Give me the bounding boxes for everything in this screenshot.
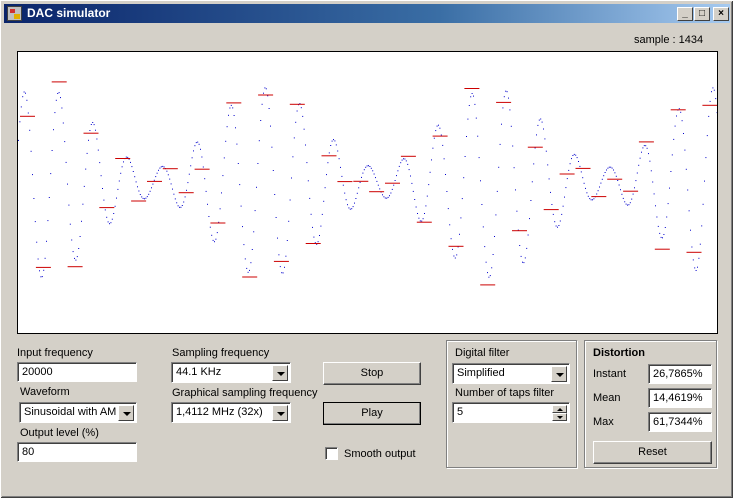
waveform-canvas xyxy=(18,81,718,286)
graphical-sampling-frequency-label: Graphical sampling frequency xyxy=(172,387,318,399)
sampling-frequency-value: 44.1 KHz xyxy=(176,366,222,378)
play-button[interactable]: Play xyxy=(323,402,421,425)
mean-value-field: 14,4619% xyxy=(648,388,712,408)
spin-down-icon[interactable] xyxy=(552,413,567,421)
digital-filter-select[interactable]: Simplified xyxy=(452,363,570,384)
digital-filter-value: Simplified xyxy=(457,367,505,379)
title-bar[interactable]: DAC simulator _ □ × xyxy=(4,4,730,23)
output-level-label: Output level (%) xyxy=(20,427,99,439)
graphical-sampling-frequency-value: 1,4112 MHz (32x) xyxy=(176,406,263,418)
waveform-label: Waveform xyxy=(20,386,70,398)
chevron-down-icon[interactable] xyxy=(551,366,567,382)
digital-filter-label: Digital filter xyxy=(455,347,510,359)
output-level-field[interactable]: 80 xyxy=(17,442,137,462)
chevron-down-icon[interactable] xyxy=(272,405,288,421)
sampling-frequency-select[interactable]: 44.1 KHz xyxy=(171,362,291,383)
window-title: DAC simulator xyxy=(27,6,111,20)
taps-filter-value: 5 xyxy=(457,406,464,418)
waveform-plot xyxy=(17,51,718,334)
sample-markers xyxy=(20,81,718,286)
graphical-sampling-frequency-select[interactable]: 1,4112 MHz (32x) xyxy=(171,402,291,423)
analog-wave xyxy=(18,87,718,278)
sample-counter: sample : 1434 xyxy=(634,34,704,46)
waveform-value: Sinusoidal with AM xyxy=(24,406,117,418)
app-icon[interactable] xyxy=(7,6,22,21)
spin-up-icon[interactable] xyxy=(552,405,567,413)
instant-label: Instant xyxy=(593,368,627,380)
waveform-select[interactable]: Sinusoidal with AM xyxy=(19,402,137,423)
max-value-field: 61,7344% xyxy=(648,412,712,432)
distortion-title: Distortion xyxy=(593,347,645,359)
instant-value-field: 26,7865% xyxy=(648,364,712,384)
minimize-button[interactable]: _ xyxy=(677,7,693,21)
input-frequency-label: Input frequency xyxy=(17,347,93,359)
chevron-down-icon[interactable] xyxy=(272,365,288,381)
stop-button[interactable]: Stop xyxy=(323,362,421,385)
mean-label: Mean xyxy=(593,392,621,404)
taps-filter-stepper[interactable]: 5 xyxy=(452,402,570,423)
sampling-frequency-label: Sampling frequency xyxy=(172,347,270,359)
taps-filter-label: Number of taps filter xyxy=(455,387,555,399)
smooth-output-label[interactable]: Smooth output xyxy=(344,448,416,460)
maximize-button[interactable]: □ xyxy=(694,7,710,21)
chevron-down-icon[interactable] xyxy=(118,405,134,421)
smooth-output-checkbox[interactable] xyxy=(325,447,338,460)
main-window: DAC simulator _ □ × sample : 1434 Input … xyxy=(0,0,734,499)
input-frequency-field[interactable]: 20000 xyxy=(17,362,137,382)
close-button[interactable]: × xyxy=(713,7,729,21)
max-label: Max xyxy=(593,416,614,428)
reset-button[interactable]: Reset xyxy=(593,441,712,464)
